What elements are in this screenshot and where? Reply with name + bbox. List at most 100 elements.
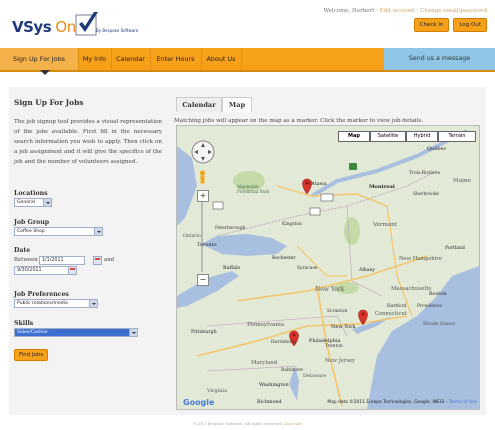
locations-select[interactable]: General — [14, 198, 52, 207]
date-from-input[interactable]: 1/1/2011 — [39, 256, 85, 265]
google-logo: Google — [183, 398, 215, 407]
zoom-slider-track[interactable] — [201, 202, 203, 272]
main-nav: Sign Up For Jobs My Info Calendar Enter … — [0, 48, 495, 72]
map-type-satellite[interactable]: Satellite — [370, 131, 406, 142]
page-title: Sign Up For Jobs — [14, 98, 84, 107]
map-label-toronto: Toronto — [197, 242, 217, 248]
street-view-icon[interactable] — [198, 170, 207, 184]
jobs-map[interactable]: + − Map Satellite Hybrid Terrain Ottawa … — [176, 125, 480, 410]
nav-sign-up-for-jobs[interactable]: Sign Up For Jobs — [0, 48, 79, 70]
job-preferences-label: Job Preferences — [14, 291, 69, 298]
footer: ©2011 Bespoke Software. All rights reser… — [0, 421, 495, 426]
map-label-ontario: Ontario — [183, 234, 201, 239]
map-label-new-hampshire: New Hampshire — [399, 256, 442, 262]
log-out-button[interactable]: Log Out — [453, 18, 487, 32]
logo-vsys: VSys — [12, 18, 52, 36]
map-label-providence: Providence — [417, 304, 442, 309]
map-label-new-jersey: New Jersey — [325, 358, 355, 364]
map-label-ottawa: Ottawa — [309, 182, 327, 187]
and-label: and — [104, 257, 115, 263]
nav-enter-hours[interactable]: Enter Hours — [150, 48, 202, 70]
map-attribution: Map data ©2011 Europa Technologies, Goog… — [327, 400, 477, 405]
locations-value: General — [17, 200, 36, 205]
job-preferences-select[interactable]: Public relations/media — [14, 299, 98, 308]
map-label-pennsylvania: Pennsylvania — [247, 322, 285, 328]
terms-of-use-link[interactable]: Terms of Use — [449, 400, 477, 405]
pan-control-icon[interactable] — [191, 140, 215, 164]
map-label-scranton: Scranton — [327, 309, 348, 314]
checkmark-logo-icon — [75, 12, 98, 36]
chevron-down-icon — [89, 300, 97, 307]
nav-calendar[interactable]: Calendar — [111, 48, 151, 70]
nav-my-info[interactable]: My Info — [78, 48, 112, 70]
map-label-new-york-state: New York — [315, 286, 345, 293]
map-label-maine: Maine — [453, 178, 471, 184]
chevron-down-icon — [43, 199, 51, 206]
nav-about-us[interactable]: About Us — [201, 48, 242, 70]
map-label-montreal: Montreal — [369, 184, 395, 190]
map-label-syracuse: Syracuse — [297, 266, 318, 271]
map-label-vermont: Vermont — [373, 222, 398, 228]
copyright-text: ©2011 Bespoke Software. All rights reser… — [193, 421, 284, 426]
map-label-pittsburgh: Pittsburgh — [191, 330, 217, 335]
map-label-buffalo: Buffalo — [223, 266, 241, 271]
map-label-trenton: Trenton — [325, 344, 343, 349]
date-to-input[interactable]: 9/30/2011 — [14, 266, 70, 275]
map-label-peterborough: Peterborough — [215, 226, 246, 231]
map-label-new-york-city: New York — [331, 324, 356, 330]
map-label-baltimore: Baltimore — [281, 368, 303, 373]
zoom-out-button[interactable]: − — [197, 274, 209, 286]
active-nav-pointer — [40, 70, 50, 75]
zoom-in-button[interactable]: + — [197, 190, 209, 202]
map-type-hybrid[interactable]: Hybrid — [406, 131, 438, 142]
map-label-maryland: Maryland — [251, 360, 278, 366]
signup-description: The job signup tool provides a visual re… — [14, 119, 162, 165]
map-label-hartford: Hartford — [387, 304, 407, 309]
job-group-select[interactable]: Coffee Shop — [14, 227, 103, 236]
map-label-rochester: Rochester — [272, 256, 296, 261]
map-label-rhode-island: Rhode Island — [423, 322, 455, 327]
change-email-link[interactable]: Change email/password — [420, 8, 487, 14]
map-label-portland: Portland — [445, 246, 465, 251]
send-message-button[interactable]: Send us a message — [384, 48, 495, 70]
map-label-trois-rivieres: Trois-Rivières — [409, 171, 440, 176]
find-jobs-button[interactable]: Find Jobs — [14, 349, 49, 361]
welcome-text: Welcome, Herbert · — [323, 8, 380, 14]
locations-label: Locations — [14, 190, 48, 197]
map-label-washington: Washington — [259, 382, 289, 388]
tab-calendar[interactable]: Calendar — [176, 97, 222, 112]
map-label-sherbrooke: Sherbrooke — [413, 192, 439, 197]
footer-link[interactable]: Close site — [283, 421, 302, 426]
map-data-credit: Map data ©2011 Europa Technologies, Goog… — [327, 400, 449, 405]
map-label-delaware: Delaware — [303, 374, 327, 379]
logo-by-line: By Bespoke Software — [96, 28, 139, 33]
vsys-one-logo[interactable]: VSys One By Bespoke Software — [12, 11, 138, 39]
map-label-harrisburg: Harrisburg — [271, 340, 296, 345]
edit-account-link[interactable]: Edit account — [380, 8, 415, 14]
map-label-kingston: Kingston — [282, 222, 302, 227]
job-group-label: Job Group — [14, 219, 50, 226]
skills-label: Skills — [14, 320, 34, 327]
tab-map[interactable]: Map — [222, 97, 252, 112]
map-caption: Matching jobs will appear on the map as … — [174, 118, 424, 124]
map-label-massachusetts: Massachusetts — [391, 286, 432, 292]
map-label-algonquin: Algonquin Provincial Park — [237, 184, 270, 194]
chevron-down-icon — [129, 329, 137, 336]
date-label: Date — [14, 247, 31, 254]
chevron-down-icon — [94, 228, 102, 235]
map-label-albany: Albany — [359, 268, 376, 273]
calendar-icon[interactable] — [68, 266, 77, 275]
map-label-connecticut: Connecticut — [375, 311, 407, 317]
map-type-map[interactable]: Map — [338, 131, 370, 142]
job-preferences-value: Public relations/media — [17, 301, 68, 306]
map-type-terrain[interactable]: Terrain — [438, 131, 476, 142]
map-label-boston: Boston — [429, 291, 447, 297]
calendar-icon[interactable] — [93, 256, 102, 265]
check-in-button[interactable]: Check In — [413, 18, 450, 32]
map-label-quebec: Québec — [427, 146, 447, 152]
job-group-value: Coffee Shop — [17, 229, 45, 234]
header-buttons: Check In Log Out — [413, 18, 487, 32]
map-label-virginia: Virginia — [207, 388, 228, 394]
skills-select[interactable]: Sales/Cashier — [14, 328, 138, 337]
search-sidebar: Sign Up For Jobs The job signup tool pro… — [14, 98, 162, 167]
